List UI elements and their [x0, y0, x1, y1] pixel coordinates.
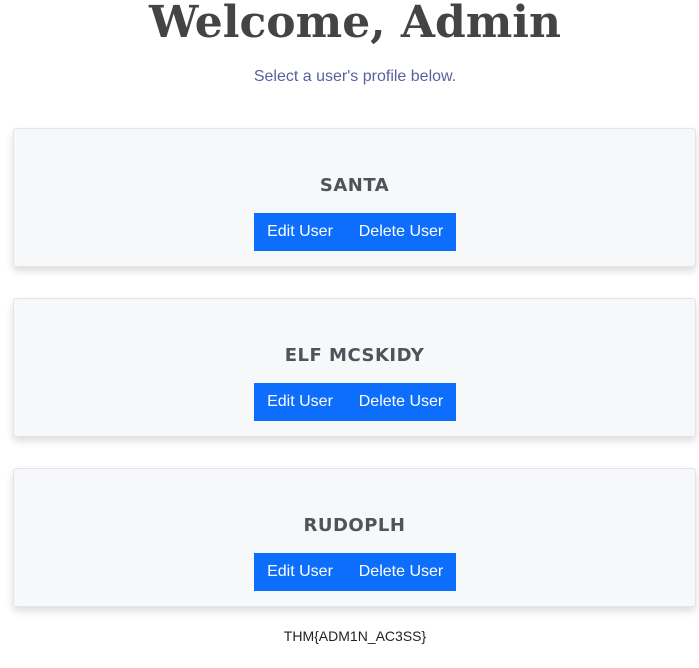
user-actions: Edit User Delete User — [254, 383, 456, 421]
flag-text: THM{ADM1N_AC3SS} — [283, 628, 427, 644]
edit-user-button[interactable]: Edit User — [254, 383, 346, 421]
user-name: RUDOPLH — [303, 515, 406, 536]
delete-user-button[interactable]: Delete User — [346, 383, 456, 421]
delete-user-button[interactable]: Delete User — [346, 553, 456, 591]
user-actions: Edit User Delete User — [254, 553, 456, 591]
user-card-santa: SANTA Edit User Delete User — [13, 128, 696, 267]
user-actions: Edit User Delete User — [254, 213, 456, 251]
user-name: SANTA — [319, 175, 390, 196]
delete-user-button[interactable]: Delete User — [346, 213, 456, 251]
user-name: ELF MCSKIDY — [284, 345, 425, 366]
admin-page: Welcome, Admin Select a user's profile b… — [0, 0, 699, 668]
page-subtitle: Select a user's profile below. — [253, 68, 457, 85]
edit-user-button[interactable]: Edit User — [254, 213, 346, 251]
user-card-rudoplh: RUDOPLH Edit User Delete User — [13, 468, 696, 607]
page-title: Welcome, Admin — [148, 0, 562, 48]
edit-user-button[interactable]: Edit User — [254, 553, 346, 591]
user-card-elf-mcskidy: ELF MCSKIDY Edit User Delete User — [13, 298, 696, 437]
